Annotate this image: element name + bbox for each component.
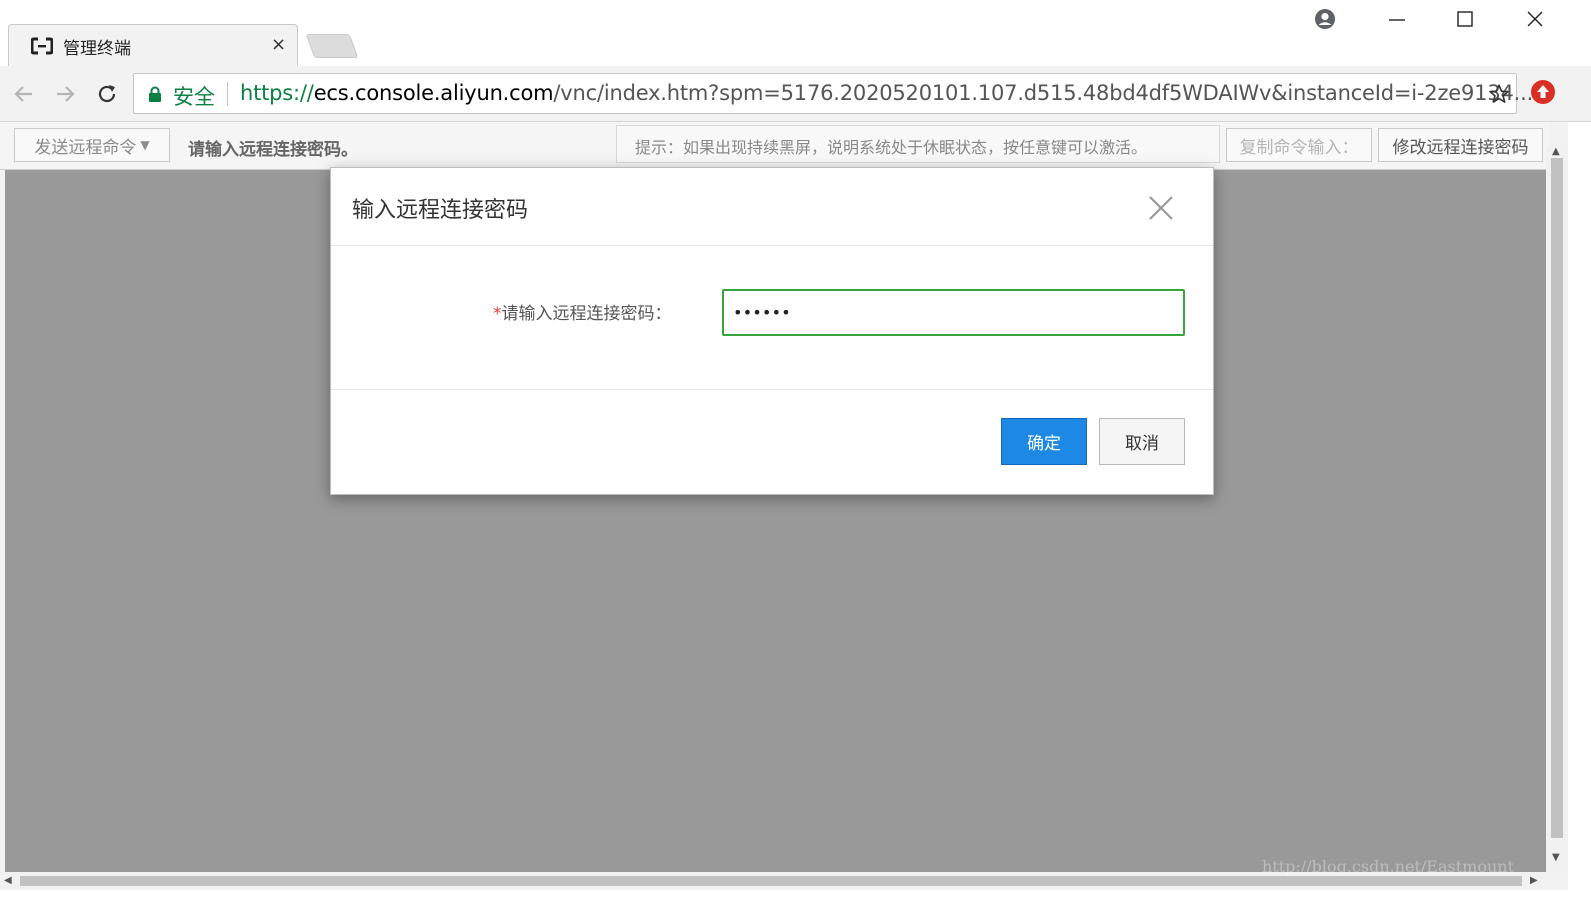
change-remote-password-button[interactable]: 修改远程连接密码 [1378, 128, 1543, 162]
browser-tab[interactable]: 管理终端 × [8, 24, 298, 66]
omnibox-divider [227, 82, 228, 106]
vertical-scrollbar[interactable]: ▲ ▼ [1546, 146, 1568, 872]
lock-icon [148, 86, 162, 107]
watermark: http://blog.csdn.net/Eastmount [1262, 857, 1514, 876]
vnc-toolbar: 发送远程命令 ▼ 请输入远程连接密码。 提示：如果出现持续黑屏，说明系统处于休眠… [0, 122, 1550, 170]
scroll-right-icon[interactable]: ▶ [1530, 875, 1538, 886]
scroll-left-icon[interactable]: ◀ [4, 875, 12, 886]
copy-command-input-button[interactable]: 复制命令输入： [1226, 128, 1372, 162]
scroll-down-icon[interactable]: ▼ [1552, 852, 1560, 863]
browser-toolbar: 安全 https://ecs.console.aliyun.com/vnc/in… [0, 66, 1591, 122]
caret-down-icon: ▼ [140, 138, 150, 152]
maximize-icon[interactable] [1448, 6, 1482, 32]
remote-password-dialog: 输入远程连接密码 *请输入远程连接密码： 确定 取消 [330, 167, 1214, 495]
dialog-body: *请输入远程连接密码： [331, 246, 1213, 390]
close-window-icon[interactable] [1518, 6, 1552, 32]
extension-icon[interactable] [1530, 79, 1556, 105]
cancel-button[interactable]: 取消 [1099, 418, 1185, 465]
minimize-icon[interactable] [1380, 6, 1414, 32]
send-remote-command-button[interactable]: 发送远程命令 ▼ [14, 128, 170, 162]
new-tab-button[interactable] [305, 34, 359, 58]
horizontal-scroll-thumb[interactable] [20, 876, 1522, 886]
reload-icon[interactable] [93, 80, 121, 108]
tab-title: 管理终端 [63, 39, 131, 59]
window-edge-bottom [0, 890, 1591, 903]
tab-close-icon[interactable]: × [271, 34, 286, 55]
required-mark: * [493, 304, 502, 324]
send-remote-command-label: 发送远程命令 [34, 137, 137, 158]
tip-box: 提示：如果出现持续黑屏，说明系统处于休眠状态，按任意键可以激活。 [616, 125, 1220, 163]
back-icon[interactable] [10, 80, 38, 108]
url-scheme: https:// [240, 81, 314, 105]
url-path: /vnc/index.htm?spm=5176.2020520101.107.d… [553, 81, 1534, 105]
vertical-scroll-thumb[interactable] [1551, 158, 1563, 838]
window-edge [1568, 122, 1591, 903]
dialog-title: 输入远程连接密码 [352, 198, 529, 223]
password-input[interactable] [722, 289, 1185, 336]
url-text: https://ecs.console.aliyun.com/vnc/index… [240, 81, 1533, 105]
scroll-up-icon[interactable]: ▲ [1552, 146, 1560, 157]
forward-icon[interactable] [51, 80, 79, 108]
aliyun-favicon-icon [30, 37, 54, 55]
password-field-label: *请输入远程连接密码： [493, 299, 672, 324]
address-bar[interactable]: 安全 https://ecs.console.aliyun.com/vnc/in… [133, 73, 1533, 114]
confirm-button[interactable]: 确定 [1001, 418, 1087, 465]
profile-icon[interactable] [1308, 6, 1342, 32]
bookmark-star-icon[interactable] [1488, 83, 1510, 109]
password-prompt-text: 请输入远程连接密码。 [188, 140, 358, 160]
url-host: ecs.console.aliyun.com [313, 81, 554, 105]
secure-label: 安全 [173, 85, 215, 109]
dialog-close-icon[interactable] [1143, 190, 1179, 226]
password-field-label-text: 请输入远程连接密码： [501, 304, 672, 324]
browser-tab-strip: 管理终端 × [0, 0, 1591, 66]
dialog-header: 输入远程连接密码 [331, 168, 1213, 246]
